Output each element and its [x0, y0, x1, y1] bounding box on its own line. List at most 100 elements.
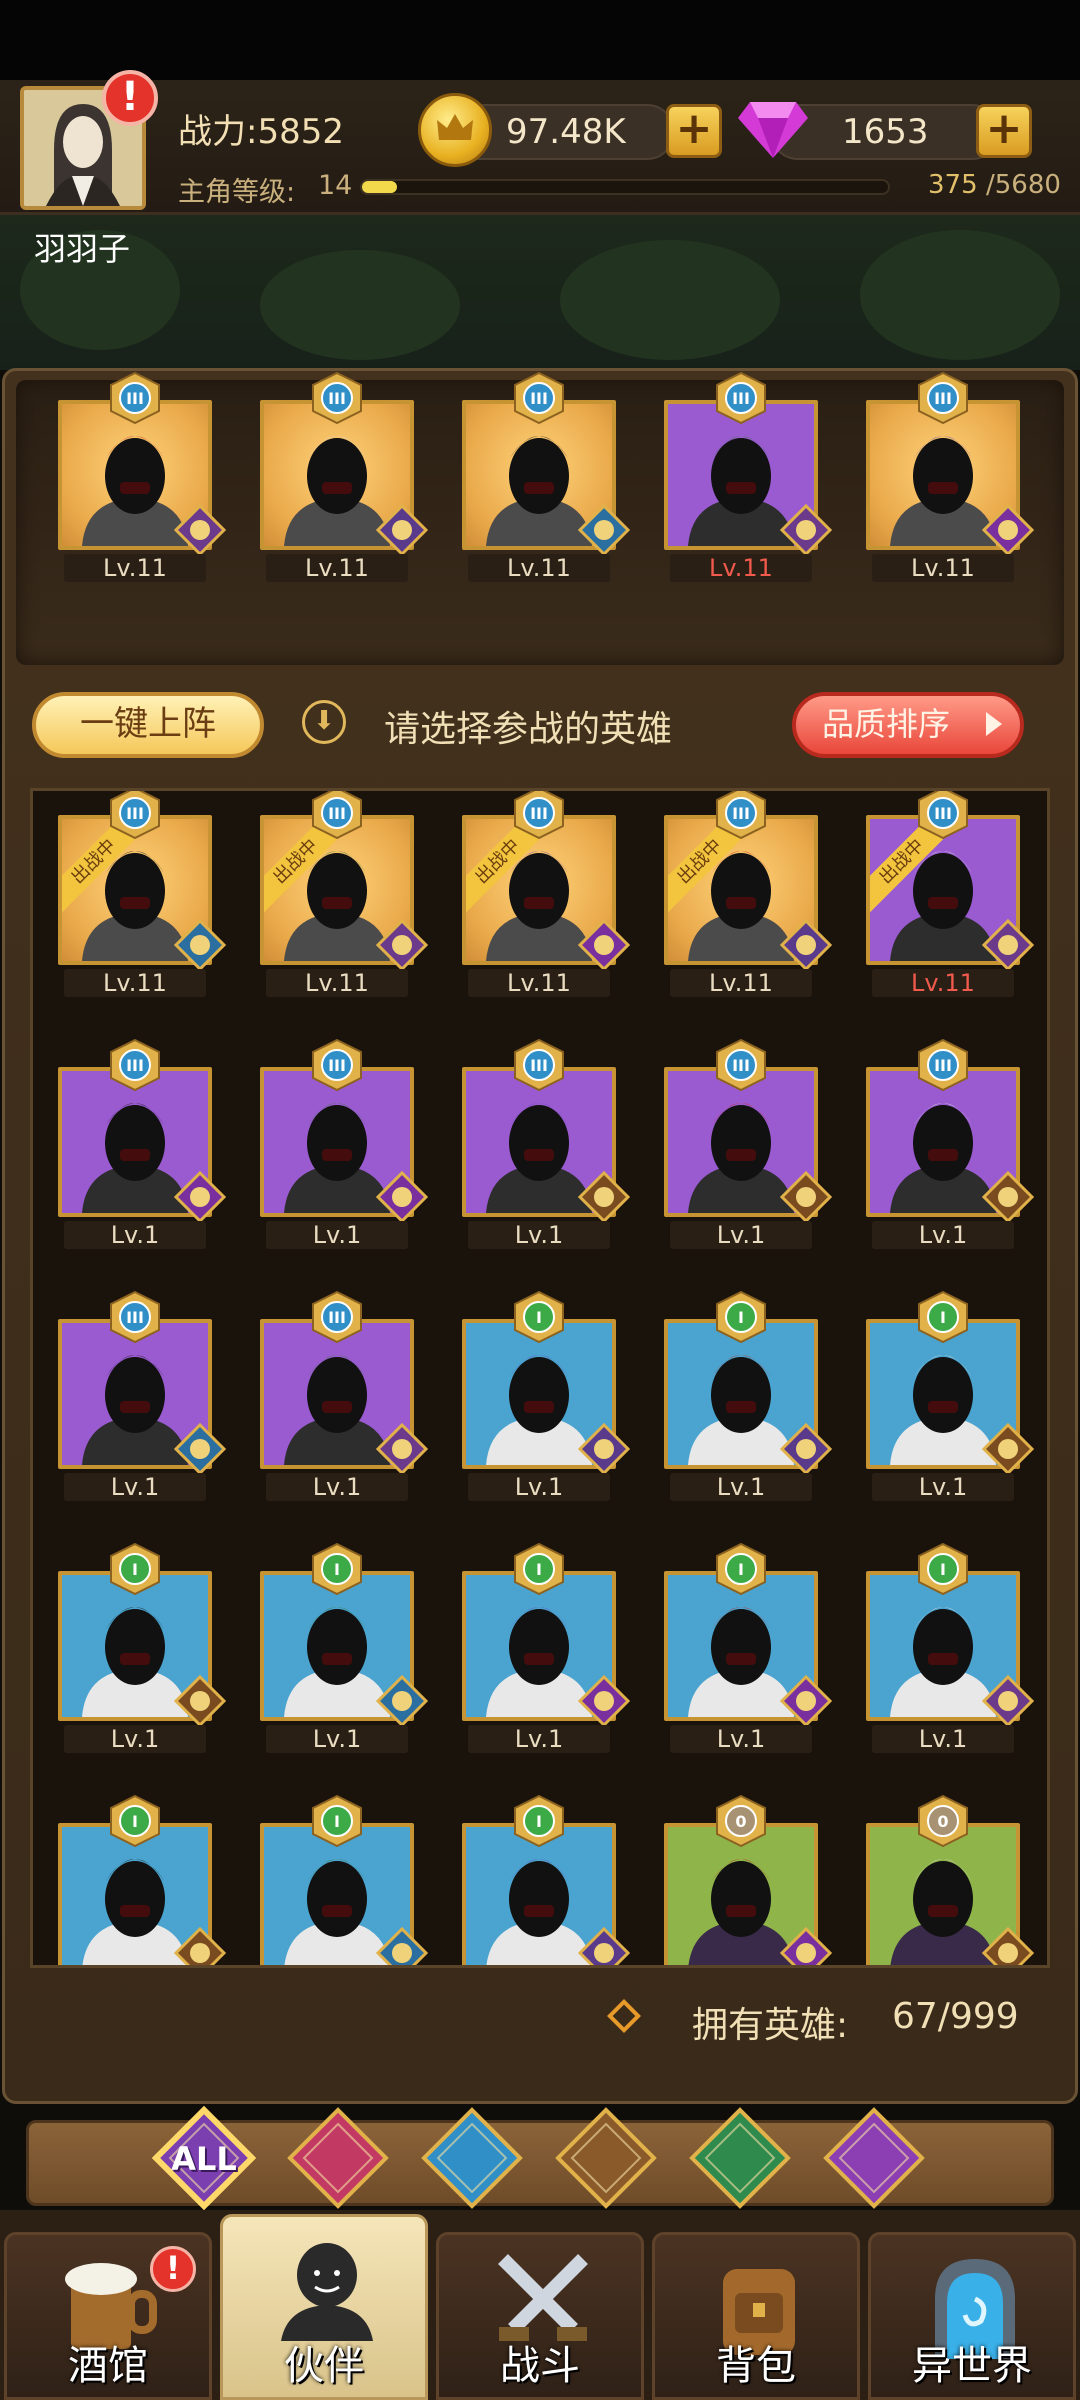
- elf-filter-icon[interactable]: [688, 2106, 792, 2210]
- fish-icon: [173, 1422, 227, 1476]
- level-value: 14: [318, 170, 353, 201]
- demon-filter-icon[interactable]: [822, 2106, 926, 2210]
- tier-1-badge-icon: I: [917, 1542, 969, 1596]
- hero-grid[interactable]: 出战中 III Lv.11 出战中 III Lv.11 出战中 III Lv.11 出战中 III L…: [30, 788, 1050, 1968]
- partner-icon: [267, 2231, 387, 2341]
- player-name: 羽羽子: [34, 230, 131, 268]
- hero-level: Lv.1: [872, 1473, 1014, 1501]
- hero-card[interactable]: III Lv.1: [462, 1038, 631, 1249]
- owned-heroes-label: 拥有英雄:: [692, 2005, 849, 2046]
- hero-card[interactable]: 出战中 III Lv.11: [260, 791, 429, 997]
- fish-icon: [375, 1674, 429, 1728]
- select-heroes-prompt: 请选择参战的英雄: [384, 709, 673, 750]
- hero-card[interactable]: III Lv.1: [260, 1038, 429, 1249]
- tier-3-badge-icon: III: [513, 1038, 565, 1092]
- helm-icon: [981, 1674, 1035, 1728]
- team-hero-card[interactable]: III Lv.11: [58, 371, 227, 582]
- add-gold-button[interactable]: +: [666, 104, 722, 158]
- nav-label: 异世界: [912, 2343, 1032, 2389]
- svg-text:III: III: [732, 1056, 750, 1075]
- hero-card[interactable]: I: [260, 1794, 429, 1965]
- hero-card[interactable]: I Lv.1: [462, 1542, 631, 1753]
- tier-3-badge-icon: III: [109, 791, 161, 840]
- team-hero-card[interactable]: III Lv.11: [462, 371, 631, 582]
- lion-icon: [779, 1170, 833, 1224]
- demon-icon: [173, 1170, 227, 1224]
- quality-sort-label: 品质排序: [822, 705, 951, 743]
- level-label: 主角等级:: [178, 177, 296, 208]
- hero-card[interactable]: I Lv.1: [866, 1542, 1035, 1753]
- hero-card[interactable]: 0: [866, 1794, 1035, 1965]
- hero-card[interactable]: 0: [664, 1794, 833, 1965]
- fish-filter-icon[interactable]: [420, 2106, 524, 2210]
- tier-0-badge-icon: 0: [917, 1794, 969, 1848]
- hero-card[interactable]: I Lv.1: [664, 1290, 833, 1501]
- fish-icon: [375, 1926, 429, 1965]
- hero-card[interactable]: I Lv.1: [58, 1542, 227, 1753]
- hero-level: Lv.11: [670, 969, 812, 997]
- hero-card[interactable]: 出战中 III Lv.11: [664, 791, 833, 997]
- hero-card[interactable]: III Lv.1: [58, 1038, 227, 1249]
- team-hero-card[interactable]: III Lv.11: [866, 371, 1035, 582]
- hero-level: Lv.11: [872, 969, 1014, 997]
- hero-level: Lv.1: [266, 1221, 408, 1249]
- hero-level: Lv.11: [872, 554, 1014, 582]
- quick-deploy-button[interactable]: 一键上阵: [32, 692, 264, 758]
- elf-icon: [779, 918, 833, 972]
- nav-battle-tab[interactable]: 战斗: [436, 2232, 644, 2400]
- nav-backpack-tab[interactable]: 背包: [652, 2232, 860, 2400]
- hero-card[interactable]: I Lv.1: [260, 1542, 429, 1753]
- lion-filter-icon[interactable]: [554, 2106, 658, 2210]
- svg-text:III: III: [126, 389, 144, 408]
- demon-icon: [577, 918, 631, 972]
- elf-icon: [577, 1422, 631, 1476]
- hero-level: Lv.1: [468, 1473, 610, 1501]
- all-filter-icon[interactable]: ALL: [151, 2105, 257, 2211]
- tier-1-badge-icon: I: [109, 1542, 161, 1596]
- add-gem-button[interactable]: +: [976, 104, 1032, 158]
- hero-card[interactable]: 出战中 III Lv.11: [866, 791, 1035, 997]
- tier-3-badge-icon: III: [513, 371, 565, 425]
- elf-icon: [375, 503, 429, 557]
- team-hero-card[interactable]: III Lv.11: [260, 371, 429, 582]
- tier-3-badge-icon: III: [311, 1290, 363, 1344]
- hero-card[interactable]: III Lv.1: [260, 1290, 429, 1501]
- svg-text:III: III: [934, 389, 952, 408]
- hero-card[interactable]: 出战中 III Lv.11: [58, 791, 227, 997]
- exp-total: /5680: [986, 170, 1061, 200]
- demon-icon: [981, 503, 1035, 557]
- tier-3-badge-icon: III: [715, 791, 767, 840]
- hero-card[interactable]: 出战中 III Lv.11: [462, 791, 631, 997]
- tier-3-badge-icon: III: [917, 1038, 969, 1092]
- svg-text:III: III: [934, 1056, 952, 1075]
- helm-filter-icon[interactable]: [286, 2106, 390, 2210]
- elf-icon: [779, 1422, 833, 1476]
- svg-text:I: I: [738, 1308, 744, 1327]
- hero-card[interactable]: III Lv.1: [664, 1038, 833, 1249]
- gem-icon: [736, 96, 810, 160]
- hero-level: Lv.1: [468, 1221, 610, 1249]
- hero-card[interactable]: III Lv.1: [58, 1290, 227, 1501]
- hero-card[interactable]: III Lv.1: [866, 1038, 1035, 1249]
- elf-icon: [577, 1926, 631, 1965]
- nav-portal-tab[interactable]: 异世界: [868, 2232, 1076, 2400]
- tier-0-badge-icon: 0: [715, 1794, 767, 1848]
- svg-text:III: III: [530, 1056, 548, 1075]
- svg-text:III: III: [126, 804, 144, 823]
- nav-label: 战斗: [500, 2343, 580, 2389]
- hero-card[interactable]: I: [58, 1794, 227, 1965]
- helm-icon: [981, 918, 1035, 972]
- helm-icon: [779, 503, 833, 557]
- hero-card[interactable]: I: [462, 1794, 631, 1965]
- hero-card[interactable]: I Lv.1: [664, 1542, 833, 1753]
- team-hero-card[interactable]: III Lv.11: [664, 371, 833, 582]
- play-triangle-icon: [986, 712, 1002, 736]
- hero-level: Lv.1: [670, 1473, 812, 1501]
- tier-3-badge-icon: III: [917, 371, 969, 425]
- tier-1-badge-icon: I: [513, 1794, 565, 1848]
- quality-sort-button[interactable]: 品质排序: [792, 692, 1024, 758]
- nav-partner-tab[interactable]: 伙伴: [220, 2214, 428, 2400]
- svg-text:I: I: [334, 1812, 340, 1831]
- hero-card[interactable]: I Lv.1: [462, 1290, 631, 1501]
- hero-card[interactable]: I Lv.1: [866, 1290, 1035, 1501]
